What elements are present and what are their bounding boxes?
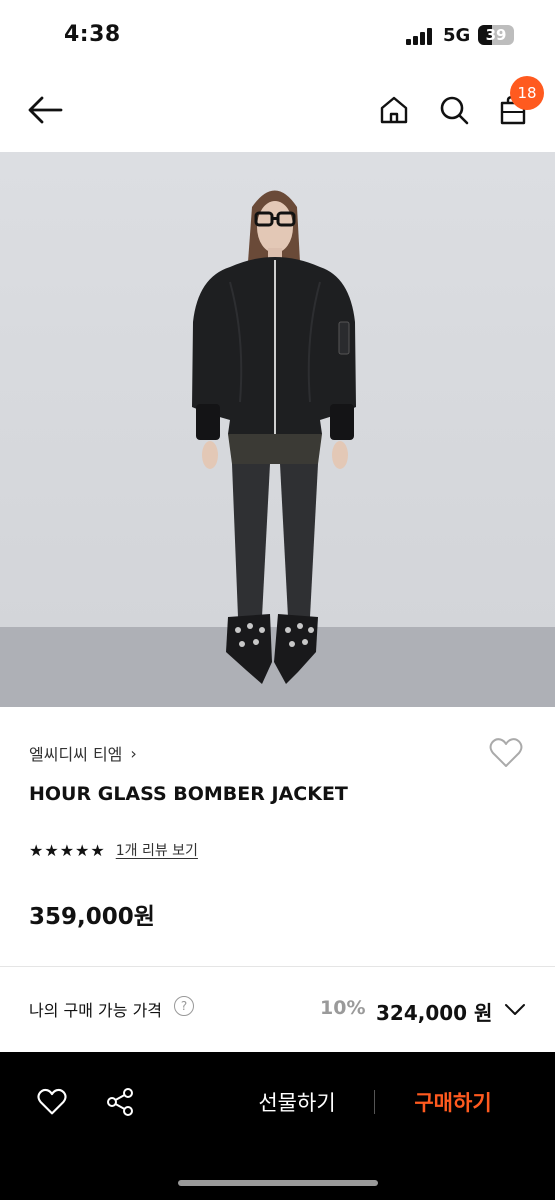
- gift-button[interactable]: 선물하기: [238, 1082, 356, 1122]
- back-button[interactable]: [23, 88, 67, 132]
- product-price: 359,000원: [29, 904, 155, 930]
- signal-icon: [406, 27, 436, 45]
- chevron-down-icon[interactable]: [503, 997, 527, 1021]
- discount-price: 324,000 원: [376, 1001, 493, 1025]
- status-bar: 4:38 5G 39: [0, 0, 555, 70]
- home-button[interactable]: [372, 88, 416, 132]
- status-time: 4:38: [64, 22, 121, 47]
- share-icon: [107, 1088, 133, 1116]
- divider: [374, 1090, 375, 1114]
- battery-icon: 39: [478, 25, 514, 45]
- help-icon[interactable]: ?: [174, 996, 194, 1016]
- product-photo: [0, 152, 555, 707]
- wishlist-button[interactable]: [484, 733, 528, 773]
- arrow-left-icon: [28, 96, 63, 124]
- top-nav-bar: [0, 70, 555, 152]
- product-image[interactable]: [0, 152, 555, 707]
- search-button[interactable]: [432, 88, 476, 132]
- brand-link[interactable]: 엘씨디씨 티엠 ›: [29, 740, 137, 766]
- review-link[interactable]: 1개 리뷰 보기: [116, 840, 198, 860]
- heart-outline-icon: [37, 1088, 67, 1115]
- search-icon: [440, 96, 469, 125]
- share-button[interactable]: [100, 1082, 140, 1122]
- bottom-wishlist-button[interactable]: [32, 1082, 72, 1122]
- network-type: 5G: [443, 25, 471, 46]
- discount-rate: 10%: [320, 997, 366, 1019]
- home-icon: [380, 96, 408, 124]
- heart-outline-icon: [489, 738, 523, 767]
- buy-button[interactable]: 구매하기: [393, 1082, 513, 1122]
- my-price-row[interactable]: 나의 구매 가능 가격 ? 10% 324,000 원: [0, 967, 555, 1052]
- cart-count-badge: 18: [510, 76, 544, 110]
- battery-level: 39: [485, 26, 507, 44]
- product-title: HOUR GLASS BOMBER JACKET: [29, 783, 348, 805]
- rating-row: ★★★★★ 1개 리뷰 보기: [29, 840, 198, 860]
- my-price-label: 나의 구매 가능 가격: [29, 1001, 163, 1020]
- home-indicator: [178, 1180, 378, 1186]
- bottom-action-bar: 선물하기 구매하기: [0, 1052, 555, 1200]
- rating-stars: ★★★★★: [29, 840, 106, 860]
- chevron-right-icon: ›: [130, 743, 137, 763]
- brand-name: 엘씨디씨 티엠: [29, 745, 123, 764]
